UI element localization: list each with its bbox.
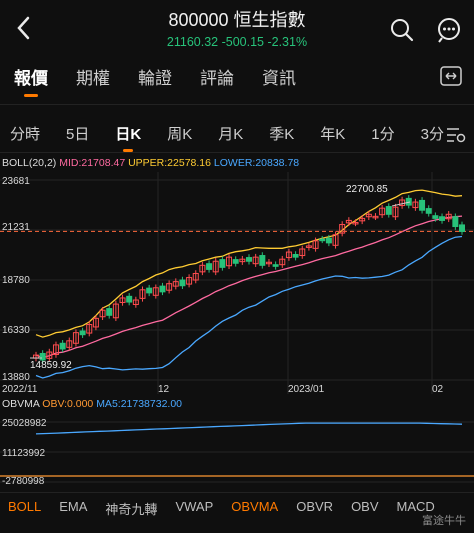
- more-button[interactable]: [436, 16, 464, 49]
- indicator-obvma[interactable]: OBVMA: [231, 499, 278, 518]
- x-tick: 2022/11: [2, 384, 38, 395]
- candle-body: [106, 308, 113, 316]
- more-dots-icon: [438, 18, 460, 43]
- expand-icon: [440, 66, 462, 86]
- y-tick: 13880: [2, 372, 30, 383]
- obv-ma5: MA5:21738732.00: [96, 398, 183, 410]
- tab-daily-k[interactable]: 日K: [115, 123, 141, 152]
- candle-body: [419, 199, 426, 211]
- candle-body: [179, 279, 186, 287]
- obv-ma5-line: [35, 422, 463, 435]
- indicator-vwap[interactable]: VWAP: [175, 499, 213, 518]
- x-tick: 2023/01: [288, 384, 325, 395]
- candle-body: [126, 295, 133, 303]
- tab-quarterly-k[interactable]: 季K: [269, 123, 294, 144]
- boll-name: BOLL(20,2): [2, 157, 57, 169]
- candle-body: [459, 224, 465, 232]
- candle-body: [219, 259, 226, 268]
- indicator-boll[interactable]: BOLL: [8, 499, 41, 518]
- divider: [0, 104, 474, 105]
- obv-legend: OBVMA OBV:0.000 MA5:21738732.00: [2, 398, 182, 410]
- indicator-obv[interactable]: OBV: [351, 499, 378, 518]
- high-annotation: 22700.85: [346, 184, 388, 195]
- candle-body: [159, 285, 166, 293]
- x-tick: 02: [432, 384, 444, 395]
- tab-5day[interactable]: 5日: [66, 123, 89, 144]
- tab-intraday[interactable]: 分時: [10, 123, 40, 144]
- indicator-obvr[interactable]: OBVR: [296, 499, 333, 518]
- divider: [0, 492, 474, 493]
- obv-tick: 11123992: [2, 448, 46, 459]
- candle-body: [405, 197, 412, 206]
- candle-body: [272, 264, 279, 267]
- tab-options[interactable]: 期權: [76, 64, 110, 89]
- candle-body: [325, 237, 332, 244]
- y-tick: 21231: [2, 222, 30, 233]
- candle-body: [259, 255, 266, 266]
- indicator-ema[interactable]: EMA: [59, 499, 87, 518]
- x-tick: 12: [158, 384, 170, 395]
- candle-body: [146, 287, 153, 294]
- indicator-td9[interactable]: 神奇九轉: [105, 499, 157, 518]
- tab-comments[interactable]: 評論: [200, 64, 234, 89]
- candle-body: [439, 216, 446, 221]
- tab-weekly-k[interactable]: 周K: [167, 123, 192, 144]
- tab-3min[interactable]: 3分: [421, 123, 444, 144]
- period-tabs: 分時 5日 日K 周K 月K 季K 年K 1分 3分: [10, 123, 470, 152]
- chart-settings-icon: [447, 128, 466, 143]
- obv-chart[interactable]: [0, 412, 474, 488]
- expand-button[interactable]: [440, 66, 462, 91]
- candle-body: [292, 254, 299, 258]
- boll-mid: MID:21708.47: [59, 157, 126, 169]
- obv-tick: 25028982: [2, 418, 47, 429]
- low-annotation: 14859.92: [30, 360, 72, 371]
- candle-body: [385, 206, 392, 215]
- boll-lower: LOWER:20838.78: [213, 157, 300, 169]
- candle-body: [206, 263, 213, 270]
- divider: [0, 152, 474, 153]
- obv-value: OBV:0.000: [42, 398, 94, 410]
- y-tick: 18780: [2, 275, 30, 286]
- indicator-tabs: BOLL EMA 神奇九轉 VWAP OBVMA OBVR OBV MACD: [8, 499, 453, 518]
- tab-quote[interactable]: 報價: [14, 64, 48, 97]
- y-tick: 23681: [2, 176, 30, 187]
- main-tabs: 報價 期權 輪證 評論 資訊: [14, 64, 324, 97]
- y-tick: 16330: [2, 325, 30, 336]
- candle-body: [319, 238, 326, 242]
- obv-tick: -2780998: [2, 476, 45, 487]
- candle-body: [425, 208, 432, 214]
- candle-body: [246, 257, 252, 262]
- candle-body: [79, 330, 86, 336]
- tab-yearly-k[interactable]: 年K: [320, 123, 345, 144]
- watermark: 富途牛牛: [422, 515, 466, 527]
- boll-upper: UPPER:22578.16: [128, 157, 211, 169]
- candle-body: [452, 216, 459, 228]
- tab-news[interactable]: 資訊: [262, 64, 296, 89]
- search-icon: [391, 19, 414, 42]
- obv-name: OBVMA: [2, 398, 40, 410]
- search-button[interactable]: [390, 18, 414, 47]
- tab-1min[interactable]: 1分: [371, 123, 394, 144]
- candle-body: [232, 259, 239, 264]
- chart-settings-button[interactable]: [446, 126, 466, 149]
- boll-legend: BOLL(20,2) MID:21708.47 UPPER:22578.16 L…: [2, 157, 299, 169]
- boll-mid-line: [35, 215, 463, 359]
- candle-body: [432, 215, 439, 219]
- candle-body: [59, 342, 66, 350]
- tab-monthly-k[interactable]: 月K: [218, 123, 243, 144]
- tab-warrants[interactable]: 輪證: [138, 64, 172, 89]
